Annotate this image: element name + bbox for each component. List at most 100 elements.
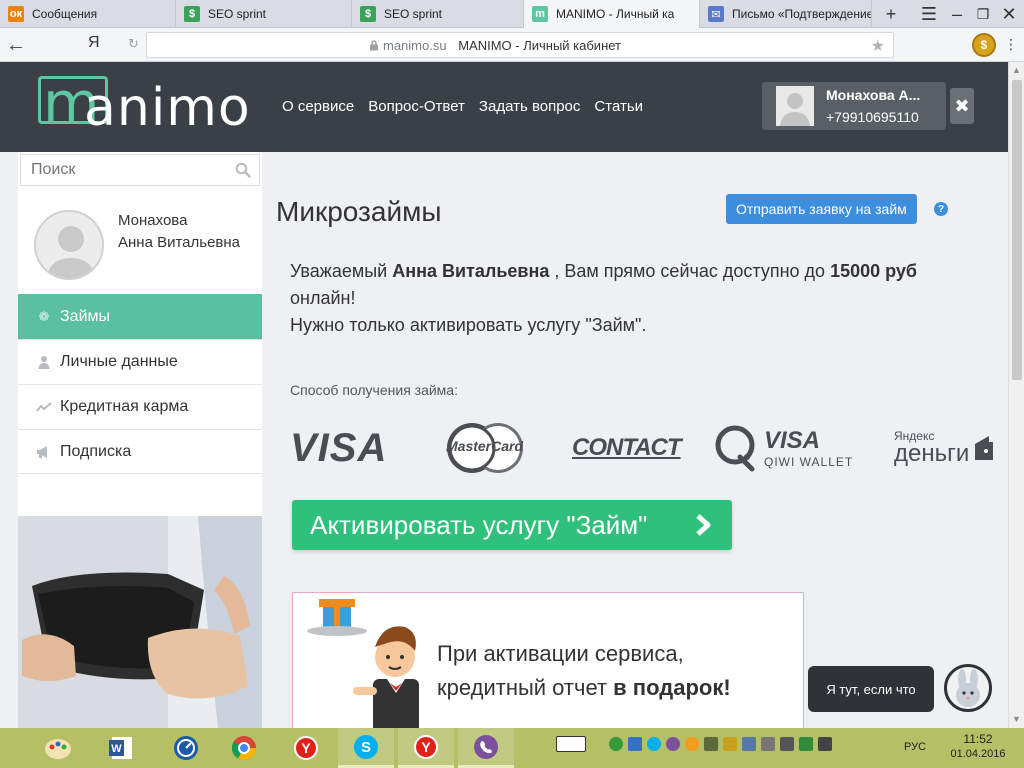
viber-icon[interactable]	[458, 728, 514, 768]
yandex-button[interactable]: Я	[88, 34, 100, 52]
activate-button-label: Активировать услугу "Займ"	[310, 509, 648, 540]
gift-banner: При активации сервиса, кредитный отчет в…	[292, 592, 804, 728]
yandex-browser-active-icon[interactable]: Y	[398, 728, 454, 768]
flag-icon[interactable]	[818, 737, 832, 751]
chrome-icon[interactable]	[216, 728, 272, 768]
user-box[interactable]: Монахова А... +79910695110	[762, 82, 946, 130]
orange-app-icon[interactable]	[685, 737, 699, 751]
new-tab-button[interactable]: +	[876, 0, 906, 28]
address-bar: ← Я ↻ manimo.su MANIMO - Личный кабинет …	[0, 28, 1024, 62]
chat-bubble[interactable]: Я тут, если что	[808, 666, 934, 712]
svg-text:S: S	[361, 739, 371, 756]
sidebar-item-personal-data[interactable]: Личные данные	[18, 339, 262, 384]
tab-messages[interactable]: ок Сообщения	[0, 0, 176, 28]
sidebar-item-loans[interactable]: ❁ Займы	[18, 294, 262, 339]
odnoklassniki-icon: ок	[8, 6, 24, 22]
stack-icon[interactable]	[761, 737, 775, 751]
scroll-up-icon[interactable]: ▲	[1012, 65, 1021, 75]
nav-ask-question[interactable]: Задать вопрос	[479, 98, 580, 115]
waiter-with-gift-illustration	[307, 599, 419, 728]
page-title: Микрозаймы	[276, 196, 442, 227]
extensions-menu-icon[interactable]: ⋮	[1004, 36, 1018, 53]
money-icon: ❁	[38, 308, 50, 324]
offer-name: Анна Витальевна	[392, 261, 550, 281]
scroll-down-icon[interactable]: ▼	[1012, 714, 1021, 724]
network-tray-icon[interactable]	[704, 737, 718, 751]
viber-tray-icon[interactable]	[666, 737, 680, 751]
speedtest-icon[interactable]	[158, 728, 214, 768]
sidebar-item-label: Подписка	[60, 442, 132, 460]
camera-icon[interactable]	[628, 737, 642, 751]
menu-icon[interactable]: ☰	[914, 0, 944, 28]
seosprint-icon: $	[360, 6, 376, 22]
qiwi-wallet-text: QIWI WALLET	[764, 454, 854, 469]
search-icon[interactable]	[235, 162, 251, 178]
logout-button[interactable]: ✖	[950, 88, 974, 124]
update-icon[interactable]	[742, 737, 756, 751]
shield-icon[interactable]	[799, 737, 813, 751]
gift-line2-prefix: кредитный отчет	[437, 675, 614, 700]
nav-faq[interactable]: Вопрос-Ответ	[368, 98, 465, 115]
url-text: manimo.su MANIMO - Личный кабинет	[383, 38, 621, 53]
skype-tray-icon[interactable]	[647, 737, 661, 751]
reload-icon[interactable]: ↻	[128, 36, 139, 52]
profile-name: Монахова Анна Витальевна	[118, 210, 240, 254]
mastercard-logo[interactable]: MasterCard	[444, 420, 526, 476]
profile-first-name: Анна Витальевна	[118, 234, 241, 251]
contact-logo[interactable]: CONTACT	[572, 420, 682, 476]
winamp-icon[interactable]	[723, 737, 737, 751]
skype-icon[interactable]: S	[338, 728, 394, 768]
sidebar-item-label: Займы	[60, 307, 110, 325]
sidebar-item-subscription[interactable]: Подписка	[18, 429, 262, 474]
page-scrollbar[interactable]: ▲ ▼	[1008, 62, 1024, 728]
visa-logo[interactable]: VISA	[290, 420, 387, 476]
yandex-browser-icon[interactable]: Y	[278, 728, 334, 768]
manimo-icon: m	[532, 6, 548, 22]
url-title: MANIMO - Личный кабинет	[458, 38, 622, 53]
offer-middle: , Вам прямо сейчас доступно до	[549, 261, 831, 281]
tab-label: Письмо «Подтверждение	[732, 7, 871, 21]
check-icon[interactable]	[609, 737, 623, 751]
main-content: Микрозаймы Отправить заявку на займ ? Ув…	[276, 152, 1002, 728]
megaphone-icon	[36, 444, 52, 460]
mastercard-text: MasterCard	[446, 438, 524, 454]
clock[interactable]: 11:52 01.04.2016	[938, 732, 1018, 760]
help-icon[interactable]: ?	[934, 202, 948, 216]
chart-icon	[36, 399, 52, 415]
tab-manimo[interactable]: m MANIMO - Личный ка	[524, 0, 700, 28]
logo-text: animo	[84, 78, 251, 138]
seosprint-extension-icon[interactable]: $	[972, 33, 996, 57]
keyboard-icon[interactable]	[556, 736, 586, 752]
speaker-icon[interactable]	[780, 737, 794, 751]
activate-service-button[interactable]: Активировать услугу "Займ"	[292, 500, 732, 550]
profile-last-name: Монахова	[118, 212, 188, 229]
tab-label: SEO sprint	[208, 7, 267, 21]
tab-mail[interactable]: ✉ Письмо «Подтверждение	[700, 0, 872, 28]
chat-bunny-avatar[interactable]	[944, 664, 992, 712]
scroll-thumb[interactable]	[1012, 80, 1022, 380]
url-field[interactable]: manimo.su MANIMO - Личный кабинет ★	[146, 32, 894, 58]
apply-loan-button[interactable]: Отправить заявку на займ	[726, 194, 917, 224]
word-icon[interactable]: W	[94, 728, 150, 768]
empty-wallet-photo	[18, 516, 262, 728]
close-window-icon[interactable]: ✕	[994, 0, 1024, 28]
nav-about[interactable]: О сервисе	[282, 98, 354, 115]
back-arrow-icon[interactable]: ←	[4, 33, 28, 57]
tab-seo-sprint-2[interactable]: $ SEO sprint	[352, 0, 524, 28]
visa-text: VISA	[290, 425, 388, 470]
sidebar-item-label: Кредитная карма	[60, 398, 189, 415]
search-input[interactable]	[21, 155, 221, 185]
yandex-money-logo[interactable]: Яндекс деньги	[894, 420, 995, 476]
manimo-logo[interactable]: m animo	[38, 69, 274, 140]
qiwi-visa-logo[interactable]: VISA QIWI WALLET	[714, 420, 853, 476]
avatar-silhouette-icon	[776, 86, 814, 126]
gift-text: При активации сервиса, кредитный отчет в…	[437, 637, 731, 705]
language-indicator[interactable]: РУС	[904, 741, 926, 753]
bookmark-star-icon[interactable]: ★	[871, 36, 885, 56]
sidebar-item-credit-karma[interactable]: Кредитная карма	[18, 384, 262, 429]
bunny-icon	[956, 669, 980, 707]
paint-icon[interactable]	[30, 728, 86, 768]
offer-amount: 15000 руб	[830, 261, 918, 281]
nav-articles[interactable]: Статьи	[594, 98, 643, 115]
tab-seo-sprint-1[interactable]: $ SEO sprint	[176, 0, 352, 28]
